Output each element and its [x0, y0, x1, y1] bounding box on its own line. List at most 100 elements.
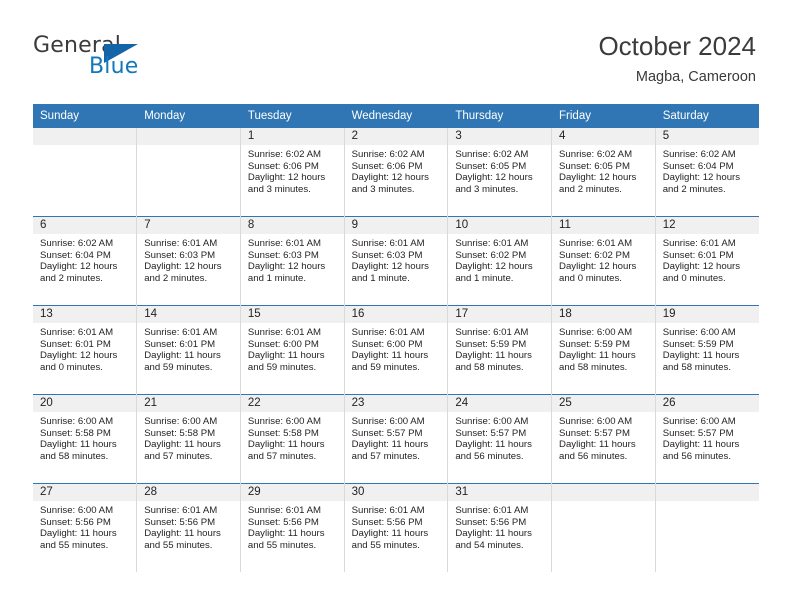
calendar-day-cell[interactable]: 31 Sunrise: 6:01 AM Sunset: 5:56 PM Dayligh…: [447, 483, 553, 572]
calendar-day-cell[interactable]: 7 Sunrise: 6:01 AM Sunset: 6:03 PM Daylight…: [136, 216, 241, 306]
day-number: [137, 128, 240, 145]
sunset-text: Sunset: 6:05 PM: [559, 160, 630, 172]
calendar-day-cell[interactable]: 21 Sunrise: 6:00 AM Sunset: 5:58 PM Dayligh…: [136, 394, 241, 484]
day-details: Sunrise: 6:00 AM Sunset: 5:58 PM Daylight:…: [241, 412, 344, 462]
sunset-text: Sunset: 6:04 PM: [40, 249, 111, 261]
day-details: Sunrise: 6:02 AM Sunset: 6:06 PM Daylight:…: [241, 145, 344, 195]
calendar-day-cell[interactable]: 18 Sunrise: 6:00 AM Sunset: 5:59 PM Dayligh…: [551, 305, 656, 395]
daylight-text-line2: and 0 minutes.: [559, 272, 622, 284]
day-number: [33, 128, 137, 145]
daylight-text-line2: and 1 minute.: [351, 272, 410, 284]
sunset-text: Sunset: 5:59 PM: [559, 338, 630, 350]
calendar-day-cell[interactable]: 13 Sunrise: 6:01 AM Sunset: 6:01 PM Dayligh…: [33, 305, 138, 395]
general-blue-logo: General Blue: [33, 33, 213, 85]
day-details: Sunrise: 6:00 AM Sunset: 5:57 PM Daylight:…: [345, 412, 448, 462]
calendar-week-row: 20 Sunrise: 6:00 AM Sunset: 5:58 PM Dayligh…: [33, 394, 759, 484]
daylight-text-line2: and 56 minutes.: [455, 450, 524, 462]
day-number: [655, 484, 759, 501]
calendar-day-cell[interactable]: 25 Sunrise: 6:00 AM Sunset: 5:57 PM Dayligh…: [551, 394, 656, 484]
day-number: 11: [552, 217, 655, 234]
sunset-text: Sunset: 6:03 PM: [247, 249, 319, 261]
daylight-text-line2: and 1 minute.: [247, 272, 307, 284]
weekday-header-tuesday: Tuesday: [240, 104, 345, 128]
day-details: Sunrise: 6:01 AM Sunset: 6:01 PM Daylight:…: [656, 234, 759, 284]
daylight-text-line1: Daylight: 11 hours: [662, 439, 740, 451]
daylight-text-line2: and 55 minutes.: [247, 539, 317, 551]
sunset-text: Sunset: 6:04 PM: [662, 160, 734, 172]
sunset-text: Sunset: 5:58 PM: [247, 427, 319, 439]
sunrise-text: Sunrise: 6:02 AM: [455, 149, 529, 160]
day-number: 29: [240, 484, 344, 501]
calendar-day-cell[interactable]: 4 Sunrise: 6:02 AM Sunset: 6:05 PM Daylight…: [551, 127, 656, 217]
day-details: Sunrise: 6:02 AM Sunset: 6:05 PM Daylight:…: [448, 145, 551, 195]
calendar-day-cell[interactable]: 28 Sunrise: 6:01 AM Sunset: 5:56 PM Dayligh…: [136, 483, 241, 572]
daylight-text-line1: Daylight: 12 hours: [455, 172, 533, 184]
daylight-text-line2: and 57 minutes.: [144, 450, 213, 462]
sunrise-text: Sunrise: 6:01 AM: [351, 505, 425, 516]
calendar-table: Sunday Monday Tuesday Wednesday Thursday…: [33, 104, 759, 572]
calendar-empty-cell: [33, 127, 138, 217]
daylight-text-line1: Daylight: 12 hours: [455, 261, 533, 273]
calendar-week-row: 27 Sunrise: 6:00 AM Sunset: 5:56 PM Dayligh…: [33, 483, 759, 572]
daylight-text-line1: Daylight: 12 hours: [247, 172, 326, 184]
calendar-day-cell[interactable]: 11 Sunrise: 6:01 AM Sunset: 6:02 PM Dayligh…: [551, 216, 656, 306]
sunrise-text: Sunrise: 6:02 AM: [662, 149, 736, 160]
day-number: 23: [344, 395, 448, 412]
calendar-day-cell[interactable]: 3 Sunrise: 6:02 AM Sunset: 6:05 PM Daylight…: [447, 127, 553, 217]
day-details: Sunrise: 6:00 AM Sunset: 5:57 PM Daylight:…: [552, 412, 655, 462]
calendar-day-cell[interactable]: 1 Sunrise: 6:02 AM Sunset: 6:06 PM Daylight…: [240, 127, 345, 217]
daylight-text-line1: Daylight: 11 hours: [144, 528, 221, 540]
calendar-day-cell[interactable]: 30 Sunrise: 6:01 AM Sunset: 5:56 PM Dayligh…: [344, 483, 449, 572]
calendar-body: 1 Sunrise: 6:02 AM Sunset: 6:06 PM Daylight…: [33, 127, 759, 572]
daylight-text-line2: and 0 minutes.: [40, 361, 103, 373]
daylight-text-line1: Daylight: 12 hours: [662, 261, 741, 273]
sunrise-text: Sunrise: 6:02 AM: [247, 149, 321, 160]
calendar-day-cell[interactable]: 16 Sunrise: 6:01 AM Sunset: 6:00 PM Dayligh…: [344, 305, 449, 395]
weekday-header-friday: Friday: [551, 104, 656, 128]
day-details: Sunrise: 6:00 AM Sunset: 5:58 PM Daylight:…: [137, 412, 240, 462]
calendar-day-cell[interactable]: 12 Sunrise: 6:01 AM Sunset: 6:01 PM Dayligh…: [655, 216, 759, 306]
daylight-text-line1: Daylight: 12 hours: [351, 172, 429, 184]
calendar-day-cell[interactable]: 6 Sunrise: 6:02 AM Sunset: 6:04 PM Daylight…: [33, 216, 138, 306]
sunrise-text: Sunrise: 6:00 AM: [559, 416, 633, 427]
calendar-day-cell[interactable]: 5 Sunrise: 6:02 AM Sunset: 6:04 PM Daylight…: [655, 127, 759, 217]
daylight-text-line1: Daylight: 12 hours: [351, 261, 429, 273]
day-number: 1: [240, 128, 344, 145]
day-number: 4: [552, 128, 655, 145]
calendar-day-cell[interactable]: 20 Sunrise: 6:00 AM Sunset: 5:58 PM Dayligh…: [33, 394, 138, 484]
daylight-text-line2: and 55 minutes.: [144, 539, 213, 551]
calendar-day-cell[interactable]: 29 Sunrise: 6:01 AM Sunset: 5:56 PM Dayligh…: [240, 483, 345, 572]
day-details: Sunrise: 6:01 AM Sunset: 6:03 PM Daylight:…: [345, 234, 448, 284]
calendar-day-cell[interactable]: 9 Sunrise: 6:01 AM Sunset: 6:03 PM Daylight…: [344, 216, 449, 306]
calendar-day-cell[interactable]: 26 Sunrise: 6:00 AM Sunset: 5:57 PM Dayligh…: [655, 394, 759, 484]
calendar-day-cell[interactable]: 24 Sunrise: 6:00 AM Sunset: 5:57 PM Dayligh…: [447, 394, 553, 484]
daylight-text-line1: Daylight: 11 hours: [40, 439, 117, 451]
sunset-text: Sunset: 6:03 PM: [351, 249, 423, 261]
day-number: [552, 484, 655, 501]
day-details: Sunrise: 6:02 AM Sunset: 6:05 PM Daylight:…: [552, 145, 655, 195]
day-number: 10: [448, 217, 552, 234]
sunset-text: Sunset: 6:05 PM: [455, 160, 527, 172]
day-number: 24: [448, 395, 552, 412]
calendar-day-cell[interactable]: 17 Sunrise: 6:01 AM Sunset: 5:59 PM Dayligh…: [447, 305, 553, 395]
calendar-week-row: 13 Sunrise: 6:01 AM Sunset: 6:01 PM Dayligh…: [33, 305, 759, 395]
calendar-day-cell[interactable]: 22 Sunrise: 6:00 AM Sunset: 5:58 PM Dayligh…: [240, 394, 345, 484]
calendar-day-cell[interactable]: 14 Sunrise: 6:01 AM Sunset: 6:01 PM Dayligh…: [136, 305, 241, 395]
sunrise-text: Sunrise: 6:01 AM: [144, 505, 218, 516]
calendar-day-cell[interactable]: 10 Sunrise: 6:01 AM Sunset: 6:02 PM Dayligh…: [447, 216, 553, 306]
calendar-day-cell[interactable]: 15 Sunrise: 6:01 AM Sunset: 6:00 PM Dayligh…: [240, 305, 345, 395]
calendar-day-cell[interactable]: 8 Sunrise: 6:01 AM Sunset: 6:03 PM Daylight…: [240, 216, 345, 306]
calendar-day-cell[interactable]: 19 Sunrise: 6:00 AM Sunset: 5:59 PM Dayligh…: [655, 305, 759, 395]
day-number: 14: [137, 306, 240, 323]
sunrise-text: Sunrise: 6:01 AM: [40, 327, 114, 338]
sunset-text: Sunset: 6:01 PM: [662, 249, 734, 261]
sunset-text: Sunset: 5:57 PM: [662, 427, 734, 439]
calendar-day-cell[interactable]: 23 Sunrise: 6:00 AM Sunset: 5:57 PM Dayligh…: [344, 394, 449, 484]
daylight-text-line1: Daylight: 11 hours: [40, 528, 117, 540]
calendar-day-cell[interactable]: 2 Sunrise: 6:02 AM Sunset: 6:06 PM Daylight…: [344, 127, 449, 217]
daylight-text-line2: and 3 minutes.: [247, 183, 311, 195]
sunrise-text: Sunrise: 6:01 AM: [247, 238, 321, 249]
daylight-text-line2: and 58 minutes.: [40, 450, 109, 462]
calendar-day-cell[interactable]: 27 Sunrise: 6:00 AM Sunset: 5:56 PM Dayligh…: [33, 483, 138, 572]
page-subtitle: Magba, Cameroon: [635, 69, 756, 85]
